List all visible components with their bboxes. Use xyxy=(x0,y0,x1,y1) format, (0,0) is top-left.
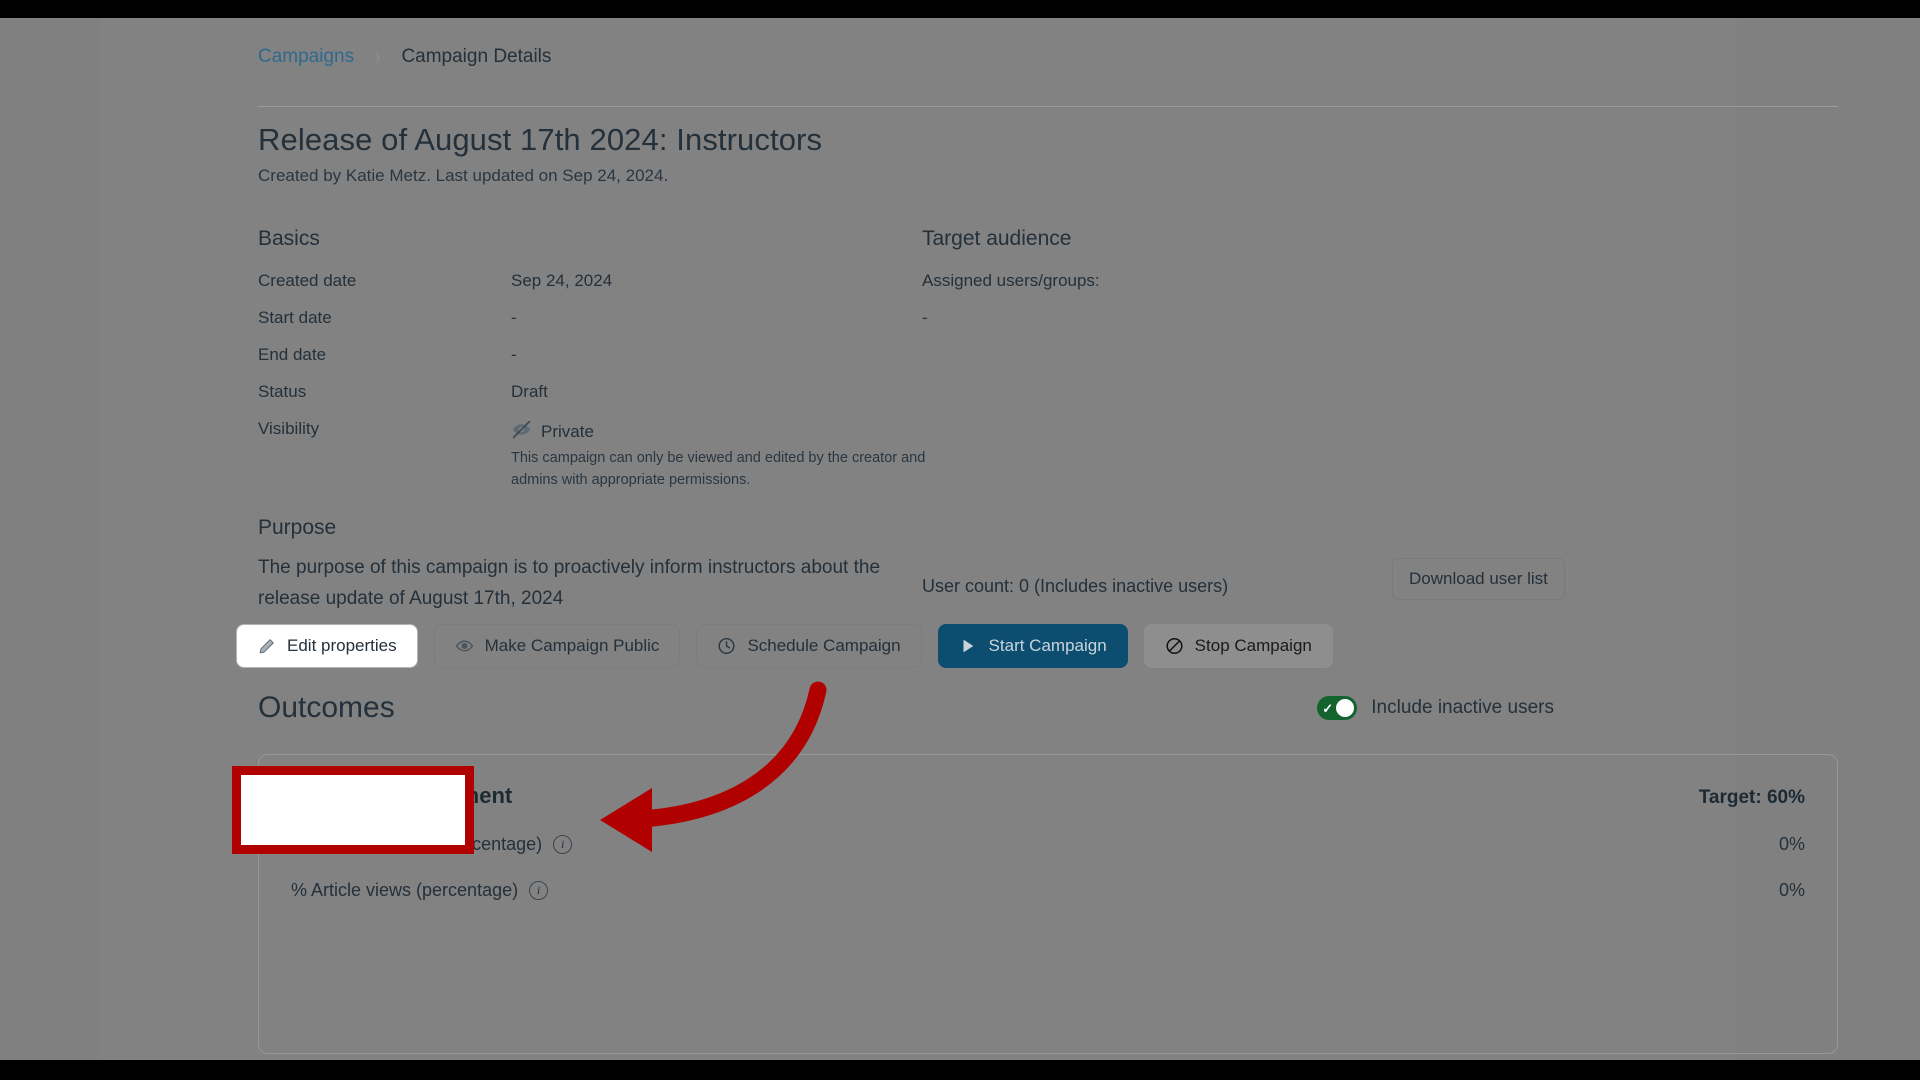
metric-label: % Article views (percentage) xyxy=(291,880,519,900)
eye-off-icon xyxy=(511,419,532,445)
page-title: Release of August 17th 2024: Instructors xyxy=(258,122,823,157)
chevron-right-icon: › xyxy=(374,44,381,69)
audience-heading: Target audience xyxy=(922,227,1072,250)
campaign-details-page: Campaigns › Campaign Details Release of … xyxy=(100,18,1838,1060)
stop-campaign-button[interactable]: Stop Campaign xyxy=(1143,624,1333,668)
card-title: Content Engagement xyxy=(291,783,513,808)
card-target: Target: 60% xyxy=(1698,787,1805,808)
detail-label: Created date xyxy=(258,271,357,290)
detail-value: - xyxy=(511,308,517,327)
breadcrumb: Campaigns › Campaign Details xyxy=(258,46,551,68)
user-count-label: User count: 0 (Includes inactive users) xyxy=(922,576,1229,596)
screen-stage: Campaigns › Campaign Details Release of … xyxy=(0,18,1920,1060)
make-campaign-public-button[interactable]: Make Campaign Public xyxy=(433,624,681,668)
outcomes-heading: Outcomes xyxy=(258,691,395,724)
assigned-users-label: Assigned users/groups: xyxy=(922,271,1100,290)
metric-label: % Message views (percentage) xyxy=(291,834,543,854)
download-user-list-button[interactable]: Download user list xyxy=(1392,558,1565,600)
metric-value: 0% xyxy=(1778,880,1805,900)
metric-row: % Message views (percentage) i 0% xyxy=(291,834,1805,855)
play-icon xyxy=(959,637,978,656)
clock-icon xyxy=(717,637,736,656)
button-label: Stop Campaign xyxy=(1194,636,1312,655)
detail-label: Visibility xyxy=(258,419,320,438)
header-divider xyxy=(258,106,1838,107)
campaign-action-bar: Edit properties Make Campaign Public Sch… xyxy=(236,624,1333,668)
assigned-users-value: - xyxy=(922,308,928,327)
detail-label: End date xyxy=(258,345,327,364)
include-inactive-users-toggle[interactable]: ✓ xyxy=(1317,696,1358,720)
detail-value: Sep 24, 2024 xyxy=(511,271,613,290)
visibility-note: This campaign can only be viewed and edi… xyxy=(511,450,926,489)
include-inactive-users-label: Include inactive users xyxy=(1371,697,1554,718)
outcome-card-content-engagement: Content Engagement Target: 60% % Message… xyxy=(258,754,1838,1054)
purpose-text: The purpose of this campaign is to proac… xyxy=(258,557,881,609)
button-label: Edit properties xyxy=(287,636,397,655)
status-badge: Draft xyxy=(511,382,548,401)
include-inactive-users-control[interactable]: ✓ Include inactive users xyxy=(1317,696,1554,720)
card-header: Content Engagement Target: 60% xyxy=(291,783,1805,809)
breadcrumb-link-campaigns[interactable]: Campaigns xyxy=(258,46,354,68)
metric-value: 0% xyxy=(1778,834,1805,854)
page-subtitle: Created by Katie Metz. Last updated on S… xyxy=(258,166,669,185)
check-icon: ✓ xyxy=(1322,700,1334,716)
purpose-heading: Purpose xyxy=(258,516,337,539)
basics-heading: Basics xyxy=(258,227,320,250)
visibility-value: Private xyxy=(511,419,594,445)
detail-value: - xyxy=(511,345,517,364)
schedule-campaign-button[interactable]: Schedule Campaign xyxy=(696,624,922,668)
button-label: Schedule Campaign xyxy=(747,636,901,655)
button-label: Make Campaign Public xyxy=(484,636,660,655)
pencil-icon xyxy=(257,637,276,656)
start-campaign-button[interactable]: Start Campaign xyxy=(937,624,1128,668)
eye-icon xyxy=(455,637,474,656)
info-icon[interactable]: i xyxy=(529,881,549,900)
info-icon[interactable]: i xyxy=(553,835,573,854)
detail-label: Start date xyxy=(258,308,332,327)
visibility-label: Private xyxy=(541,422,594,441)
metric-label-group: % Message views (percentage) i xyxy=(291,834,573,855)
breadcrumb-current: Campaign Details xyxy=(401,46,552,67)
button-label: Start Campaign xyxy=(988,636,1107,655)
no-entry-icon xyxy=(1165,637,1184,656)
toggle-knob xyxy=(1336,699,1355,717)
metric-label-group: % Article views (percentage) i xyxy=(291,880,549,901)
edit-properties-button[interactable]: Edit properties xyxy=(236,624,418,668)
metric-row: % Article views (percentage) i 0% xyxy=(291,880,1805,901)
detail-label: Status xyxy=(258,382,307,401)
